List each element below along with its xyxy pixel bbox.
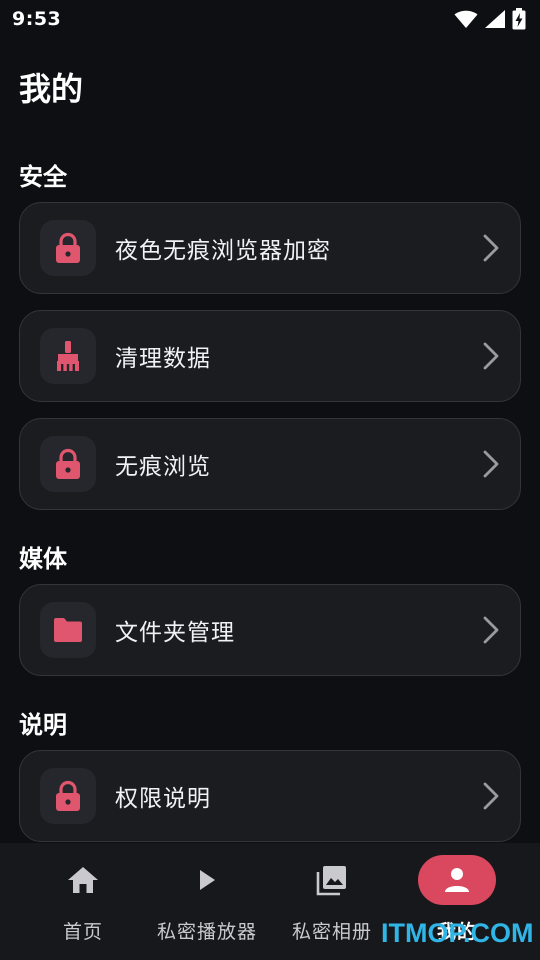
page-title: 我的	[19, 70, 84, 108]
section-title-info: 说明	[19, 711, 67, 739]
chevron-right-icon	[482, 781, 500, 811]
lock-icon	[56, 448, 80, 479]
nav-label: 私密相册	[291, 921, 372, 943]
menu-item-permissions[interactable]: 权限说明	[19, 750, 521, 842]
watermark-logo: ITMOP.COM	[381, 918, 534, 948]
menu-item-icon-box	[40, 602, 96, 658]
broom-icon	[57, 341, 79, 371]
status-time: 9:53	[12, 8, 62, 30]
menu-item-label: 无痕浏览	[115, 454, 211, 480]
signal-icon	[485, 10, 505, 28]
nav-icon-wrap	[418, 855, 496, 905]
nav-item-home[interactable]: 首页	[18, 855, 148, 955]
menu-item-label: 权限说明	[115, 786, 211, 812]
chevron-right-icon	[482, 233, 500, 263]
home-icon	[68, 867, 98, 893]
section-title-media: 媒体	[19, 545, 67, 573]
menu-item-label: 夜色无痕浏览器加密	[115, 238, 331, 264]
nav-item-private-gallery[interactable]: 私密相册	[267, 855, 397, 955]
nav-label: 私密播放器	[156, 921, 257, 943]
menu-item-icon-box	[40, 768, 96, 824]
folder-icon	[54, 618, 82, 642]
chevron-right-icon	[482, 341, 500, 371]
menu-item-label: 清理数据	[115, 346, 211, 372]
nav-item-private-player[interactable]: 私密播放器	[142, 855, 272, 955]
menu-item-label: 文件夹管理	[115, 620, 235, 646]
menu-item-folder-management[interactable]: 文件夹管理	[19, 584, 521, 676]
gallery-icon	[316, 866, 346, 896]
menu-item-browser-encryption[interactable]: 夜色无痕浏览器加密	[19, 202, 521, 294]
screen: 9:53 我的 安全 夜色无痕浏览器加密 清理数据 无痕浏览 媒体 文件夹管理 …	[0, 0, 540, 960]
status-icons	[454, 8, 526, 30]
status-bar: 9:53	[0, 0, 540, 38]
battery-charging-icon	[512, 8, 526, 30]
menu-item-icon-box	[40, 328, 96, 384]
nav-icon-wrap	[44, 855, 122, 905]
chevron-right-icon	[482, 449, 500, 479]
menu-item-incognito[interactable]: 无痕浏览	[19, 418, 521, 510]
menu-item-icon-box	[40, 220, 96, 276]
menu-item-icon-box	[40, 436, 96, 492]
section-title-security: 安全	[19, 163, 67, 191]
nav-label: 首页	[62, 921, 103, 943]
lock-icon	[56, 232, 80, 263]
wifi-icon	[454, 10, 478, 28]
nav-icon-wrap	[293, 855, 371, 905]
chevron-right-icon	[482, 615, 500, 645]
nav-icon-wrap	[168, 855, 246, 905]
menu-item-clear-data[interactable]: 清理数据	[19, 310, 521, 402]
person-icon	[445, 868, 469, 892]
lock-icon	[56, 780, 80, 811]
play-icon	[200, 870, 215, 890]
